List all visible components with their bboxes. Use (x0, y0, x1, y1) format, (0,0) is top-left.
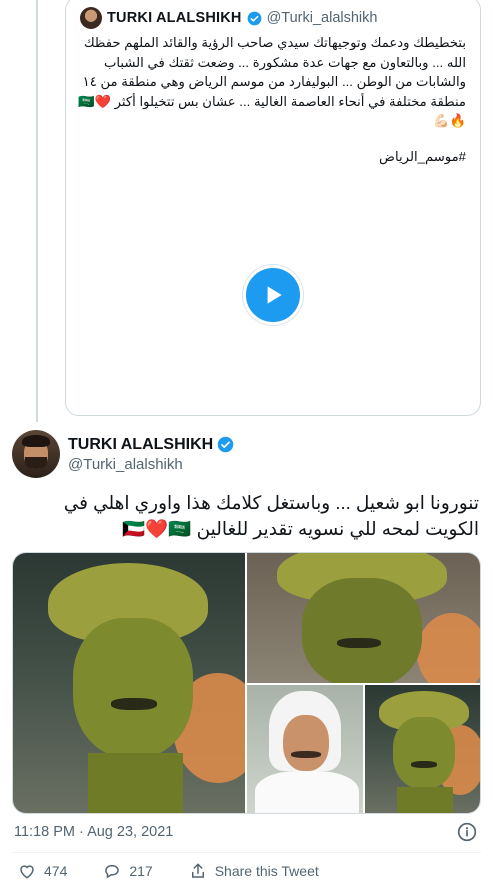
author-name[interactable]: TURKI ALALSHIKH (68, 436, 213, 454)
media-photo-3[interactable] (247, 685, 363, 813)
video-play-button[interactable] (243, 265, 303, 325)
quoted-author-name[interactable]: TURKI ALALSHIKH (107, 10, 242, 26)
quoted-author-handle[interactable]: @Turki_alalshikh (267, 10, 378, 26)
media-photo-4[interactable] (364, 685, 480, 813)
share-icon (191, 863, 204, 878)
quoted-tweet-header: TURKI ALALSHIKH @Turki_alalshikh (80, 7, 377, 29)
thread-connector-line (36, 0, 38, 422)
info-icon[interactable] (457, 822, 477, 842)
quoted-tweet-hashtag[interactable]: #موسم_الرياض (379, 149, 466, 165)
reply-icon (105, 865, 120, 879)
heart-icon (20, 865, 34, 879)
quoted-avatar[interactable] (80, 7, 102, 29)
media-grid (12, 552, 481, 814)
verified-badge-icon (217, 436, 234, 453)
media-photo-2[interactable] (247, 553, 480, 683)
share-label: Share this Tweet (214, 863, 319, 879)
like-count: 474 (44, 863, 68, 879)
quoted-tweet-text: بتخطيطك ودعمك وتوجيهاتك سيدي صاحب الرؤية… (78, 35, 466, 128)
divider (12, 852, 481, 853)
avatar[interactable] (12, 430, 60, 478)
author-name-row: TURKI ALALSHIKH (68, 436, 234, 454)
play-icon (267, 286, 282, 304)
author-handle[interactable]: @Turki_alalshikh (68, 456, 234, 473)
verified-badge-icon (247, 11, 261, 25)
tweet-timestamp[interactable]: 11:18 PM · Aug 23, 2021 (14, 824, 173, 840)
media-photo-1[interactable] (13, 553, 245, 813)
tweet-text: تنورونا ابو شعيل ... وباستغل كلامك هذا و… (63, 492, 479, 539)
reply-button[interactable]: 217 (103, 862, 153, 880)
like-button[interactable]: 474 (18, 862, 67, 880)
tweet-actions: 474 217 Share this Tweet (18, 862, 355, 880)
main-tweet-header: TURKI ALALSHIKH @Turki_alalshikh (12, 430, 234, 478)
quoted-tweet-card[interactable]: TURKI ALALSHIKH @Turki_alalshikh بتخطيطك… (65, 0, 481, 416)
reply-count: 217 (129, 863, 153, 879)
share-button[interactable]: Share this Tweet (189, 862, 319, 880)
